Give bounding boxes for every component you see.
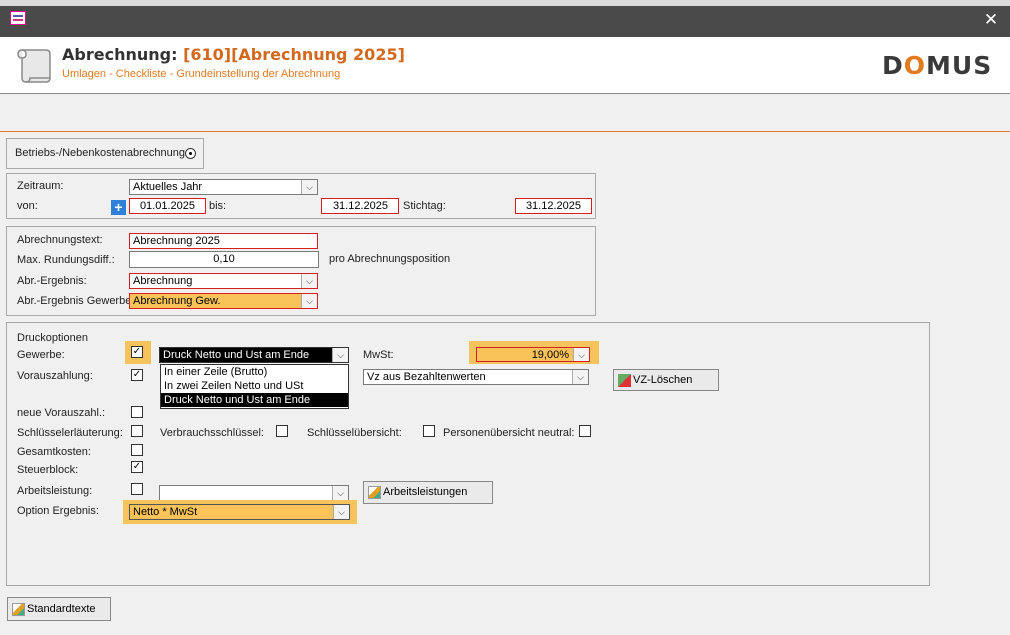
gesamtkosten-checkbox[interactable]	[131, 444, 143, 456]
page-header: Abrechnung: [610][Abrechnung 2025] Umlag…	[0, 37, 1010, 94]
von-date-field[interactable]: 01.01.2025	[129, 198, 206, 214]
neue-vz-label: neue Vorauszahl.:	[17, 407, 106, 419]
vz-select[interactable]: Vz aus Bezahltenwerten ⌵	[363, 369, 589, 385]
mode-label: Betriebs-/Nebenkostenabrechnung	[15, 147, 186, 159]
chevron-down-icon[interactable]: ⌵	[332, 348, 348, 362]
bis-date-field[interactable]: 31.12.2025	[321, 198, 399, 214]
standardtexte-button[interactable]: Standardtexte	[7, 597, 111, 621]
delete-icon	[618, 373, 631, 387]
option-ergebnis-select[interactable]: Netto * MwSt ⌵	[129, 504, 350, 520]
steuerblock-label: Steuerblock:	[17, 464, 79, 476]
gewerbe-dropdown-list: In einer Zeile (Brutto) In zwei Zeilen N…	[160, 364, 349, 409]
close-button[interactable]: ✕	[978, 8, 1004, 32]
chevron-down-icon[interactable]: ⌵	[332, 486, 348, 500]
page-subtitle: Umlagen - Checkliste - Grundeinstellung …	[62, 68, 341, 80]
rundung-field[interactable]: 0,10	[129, 251, 319, 268]
verbrauch-label: Verbrauchsschlüssel:	[160, 427, 264, 439]
steuerblock-checkbox[interactable]: ✓	[131, 461, 143, 473]
ergebnis-select[interactable]: Abrechnung ⌵	[129, 273, 318, 289]
druckoptionen-heading: Druckoptionen	[17, 332, 88, 344]
gewerbe-option[interactable]: In einer Zeile (Brutto)	[161, 365, 348, 379]
abrechnungstext-label: Abrechnungstext:	[17, 234, 103, 246]
chevron-down-icon[interactable]: ⌵	[301, 294, 317, 308]
verbrauch-checkbox[interactable]	[276, 425, 288, 437]
schluesseluebersicht-label: Schlüsselübersicht:	[307, 427, 402, 439]
personen-checkbox[interactable]	[579, 425, 591, 437]
vorauszahlung-label: Vorauszahlung:	[17, 370, 93, 382]
domus-logo: DOMUS	[882, 51, 993, 80]
gewerbe-option-selected[interactable]: Druck Netto und Ust am Ende	[161, 393, 348, 407]
mwst-select[interactable]: 19,00% ⌵	[476, 347, 590, 362]
schluessel-label: Schlüsselerläuterung:	[17, 427, 123, 439]
schluesseluebersicht-checkbox[interactable]	[423, 425, 435, 437]
abrechnung-panel: Abrechnungstext: Abrechnung 2025 Max. Ru…	[6, 226, 596, 316]
edit-icon	[368, 485, 381, 499]
window-title-bar: ✕	[0, 0, 1010, 37]
mwst-label: MwSt:	[363, 349, 394, 361]
page-title: Abrechnung: [610][Abrechnung 2025]	[62, 45, 405, 64]
gewerbe-option[interactable]: In zwei Zeilen Netto und USt	[161, 379, 348, 393]
chevron-down-icon[interactable]: ⌵	[333, 505, 349, 519]
chevron-down-icon[interactable]: ⌵	[301, 180, 317, 194]
rundung-suffix: pro Abrechnungsposition	[329, 253, 451, 265]
vorauszahlung-checkbox[interactable]: ✓	[131, 369, 143, 381]
gewerbe-checkbox[interactable]: ✓	[131, 346, 143, 358]
title-prefix: Abrechnung:	[62, 45, 178, 64]
plus-icon[interactable]: +	[111, 200, 126, 215]
edit-icon	[12, 602, 25, 616]
bis-label: bis:	[209, 200, 227, 212]
option-ergebnis-label: Option Ergebnis:	[17, 505, 99, 517]
abrechnungstext-field[interactable]: Abrechnung 2025	[129, 233, 318, 249]
title-value: [610][Abrechnung 2025]	[183, 45, 405, 64]
zeitraum-panel: Zeitraum: Aktuelles Jahr ⌵ von: + 01.01.2…	[6, 173, 596, 219]
druckoptionen-panel: Druckoptionen Gewerbe: ✓ Druck Netto und…	[6, 322, 930, 586]
schluessel-checkbox[interactable]	[131, 425, 143, 437]
rundung-label: Max. Rundungsdiff.:	[17, 254, 115, 266]
zeitraum-select[interactable]: Aktuelles Jahr ⌵	[129, 179, 318, 195]
accent-divider	[0, 131, 1010, 132]
personen-label: Personenübersicht neutral:	[443, 427, 575, 439]
arbeitsleistungen-button[interactable]: Arbeitsleistungen	[363, 481, 493, 504]
stichtag-label: Stichtag:	[403, 200, 446, 212]
von-label: von:	[17, 200, 38, 212]
vz-loeschen-button[interactable]: VZ-Löschen	[613, 369, 719, 391]
arbeitsleistung-select[interactable]: ⌵	[159, 485, 349, 501]
scroll-icon	[17, 49, 51, 83]
gewerbe-label: Gewerbe:	[17, 349, 65, 361]
arbeitsleistung-label: Arbeitsleistung:	[17, 485, 93, 497]
zeitraum-label: Zeitraum:	[17, 180, 64, 192]
mode-radio[interactable]	[185, 148, 196, 159]
mode-option-box: Betriebs-/Nebenkostenabrechnung	[6, 138, 204, 169]
chevron-down-icon[interactable]: ⌵	[572, 370, 588, 384]
app-form-icon	[10, 11, 26, 25]
neue-vz-checkbox[interactable]	[131, 406, 143, 418]
ergebnis-gewerbe-select[interactable]: Abrechnung Gew. ⌵	[129, 293, 318, 309]
chevron-down-icon[interactable]: ⌵	[573, 348, 589, 361]
chevron-down-icon[interactable]: ⌵	[301, 274, 317, 288]
stichtag-date-field[interactable]: 31.12.2025	[515, 198, 592, 214]
ergebnis-label: Abr.-Ergebnis:	[17, 275, 87, 287]
gewerbe-select[interactable]: Druck Netto und Ust am Ende ⌵	[159, 347, 349, 363]
ergebnis-gewerbe-label: Abr.-Ergebnis Gewerbe:	[17, 295, 129, 307]
arbeitsleistung-checkbox[interactable]	[131, 483, 143, 495]
gesamtkosten-label: Gesamtkosten:	[17, 446, 91, 458]
